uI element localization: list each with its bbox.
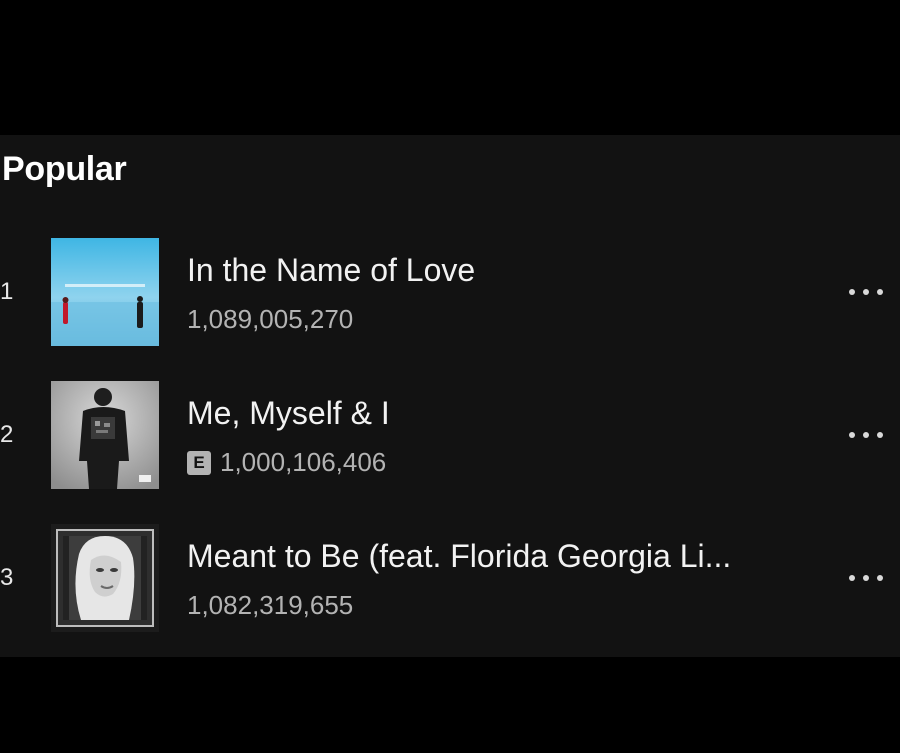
track-play-count: E 1,000,106,406 <box>187 447 386 478</box>
album-cover <box>51 524 159 632</box>
track-play-count: 1,082,319,655 <box>187 590 353 621</box>
track-row[interactable]: 2 Me, Myself & I E 1,000,106,406 <box>0 381 900 489</box>
album-cover-image <box>51 238 159 346</box>
explicit-badge: E <box>187 450 211 475</box>
track-title: Meant to Be (feat. Florida Georgia Li... <box>187 538 732 574</box>
more-options-icon <box>849 575 883 581</box>
play-count-text: 1,082,319,655 <box>187 590 354 620</box>
track-rank: 2 <box>0 421 14 448</box>
more-options-icon <box>849 432 883 438</box>
play-count-text: 1,000,106,406 <box>220 447 387 477</box>
more-options-button[interactable] <box>842 278 890 306</box>
track-title: In the Name of Love <box>187 252 476 288</box>
track-rank: 3 <box>0 564 14 591</box>
more-options-button[interactable] <box>842 421 890 449</box>
track-rank: 1 <box>0 278 14 305</box>
track-play-count: 1,089,005,270 <box>187 304 353 335</box>
album-cover-image <box>51 524 159 632</box>
track-row[interactable]: 3 Meant to Be (feat. Florida Georgia Li.… <box>0 524 900 632</box>
album-cover <box>51 381 159 489</box>
section-title: Popular <box>2 150 127 188</box>
album-cover <box>51 238 159 346</box>
track-row[interactable]: 1 In the Name of Love 1,089,005,270 <box>0 238 900 346</box>
play-count-text: 1,089,005,270 <box>187 304 354 334</box>
more-options-icon <box>849 289 883 295</box>
album-cover-image <box>51 381 159 489</box>
more-options-button[interactable] <box>842 564 890 592</box>
track-title: Me, Myself & I <box>187 395 390 431</box>
